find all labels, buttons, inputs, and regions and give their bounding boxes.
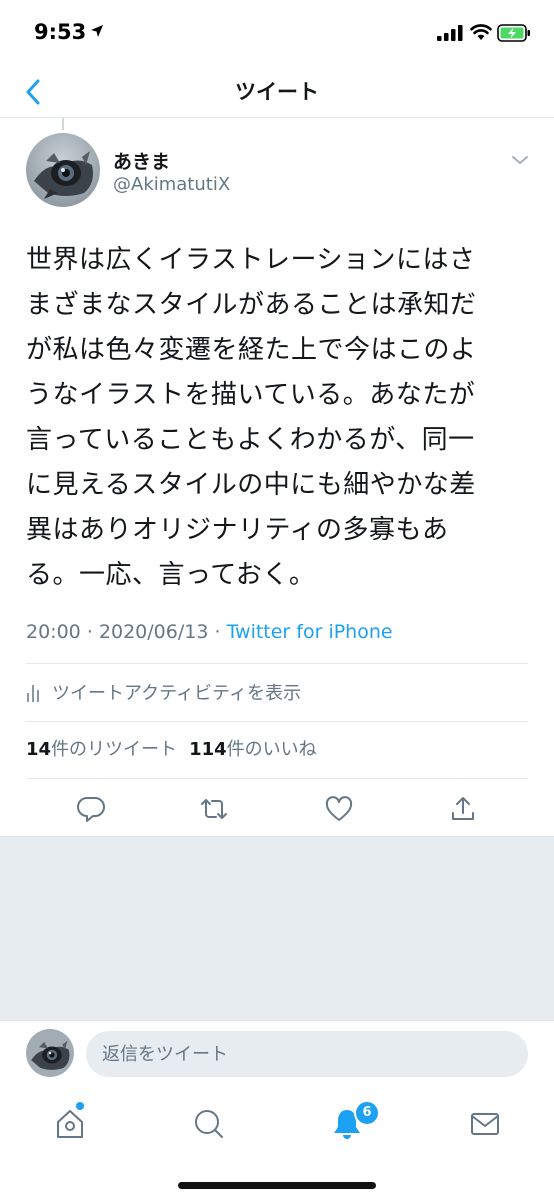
search-icon: [195, 1110, 223, 1138]
retweet-stat[interactable]: 14件のリツイート: [26, 739, 177, 760]
retweet-count: 14: [26, 739, 52, 760]
reply-button[interactable]: [76, 794, 106, 824]
tweet-text-line: る。一応、言っておく。: [26, 560, 316, 590]
reply-icon: [77, 797, 105, 822]
tweet-text-line: 異はありオリジナリティの多寡もあ: [26, 515, 449, 545]
tweet-text-line: うなイラストを描いている。あなたが: [26, 380, 476, 410]
tweet-text-line: 言っていることもよくわかるが、同一: [26, 425, 475, 455]
reply-input[interactable]: [86, 1031, 528, 1077]
retweet-label: 件のリツイート: [51, 739, 178, 760]
wifi-icon: [470, 24, 492, 40]
tweet-activity-link[interactable]: ツイートアクティビティを表示: [26, 664, 528, 720]
status-time: 9:53: [34, 20, 87, 44]
share-icon: [452, 797, 474, 820]
empty-replies-area: [0, 836, 554, 1020]
reply-composer: [0, 1020, 554, 1090]
like-icon: [325, 796, 353, 821]
user-avatar[interactable]: [26, 1029, 74, 1077]
tweet-text-line: 世界は広くイラストレーションにはさ: [26, 245, 476, 275]
tweet-stats: 14件のリツイート 114件のいいね: [26, 735, 317, 761]
signal-icon: [437, 25, 463, 41]
tweet-time: 20:00: [26, 621, 81, 643]
messages-icon: [471, 1113, 499, 1135]
status-bar: 9:53: [0, 0, 554, 66]
tweet-meta: 20:00 · 2020/06/13 · Twitter for iPhone: [26, 621, 393, 643]
retweet-icon: [201, 799, 227, 819]
meta-separator: ·: [86, 621, 93, 643]
tab-messages[interactable]: [465, 1104, 505, 1144]
like-stat[interactable]: 114件のいいね: [189, 739, 317, 760]
home-unread-dot: [76, 1102, 84, 1110]
tweet-text-line: が私は色々変遷を経た上で今はこのよ: [26, 335, 477, 365]
battery-charging-icon: [497, 24, 530, 42]
tab-home[interactable]: [50, 1104, 90, 1144]
location-arrow-icon: [91, 25, 103, 37]
page-title: ツイート: [235, 80, 319, 104]
tab-search[interactable]: [189, 1104, 229, 1144]
home-icon: [57, 1110, 83, 1138]
share-button[interactable]: [448, 794, 478, 824]
thread-line: [62, 118, 64, 130]
author-handle[interactable]: @AkimatutiX: [113, 174, 230, 195]
like-button[interactable]: [324, 794, 354, 824]
divider: [26, 721, 528, 722]
tweet-actions: [0, 786, 554, 832]
notification-count-badge: 6: [354, 1100, 380, 1126]
meta-separator: ·: [214, 621, 221, 643]
retweet-button[interactable]: [199, 794, 229, 824]
tweet-text: 世界は広くイラストレーションにはさ まざまなスタイルがあることは承知だ が私は色…: [26, 238, 532, 598]
home-indicator: [178, 1182, 376, 1189]
tweet-text-line: まざまなスタイルがあることは承知だ: [26, 290, 477, 320]
tweet-options-button[interactable]: [508, 150, 532, 170]
chevron-down-icon: [512, 156, 528, 164]
like-label: 件のいいね: [226, 739, 317, 760]
author-avatar[interactable]: [26, 133, 100, 207]
tweet-date: 2020/06/13: [98, 621, 209, 643]
tweet-source-link[interactable]: Twitter for iPhone: [227, 621, 393, 643]
author-name[interactable]: あきま: [113, 147, 170, 174]
activity-label: ツイートアクティビティを表示: [52, 683, 301, 704]
divider: [26, 778, 528, 779]
tweet-text-line: に見えるスタイルの中にも細やかな差: [26, 470, 476, 500]
nav-header: ツイート: [0, 66, 554, 118]
like-count: 114: [189, 739, 227, 760]
analytics-icon: [27, 685, 39, 702]
